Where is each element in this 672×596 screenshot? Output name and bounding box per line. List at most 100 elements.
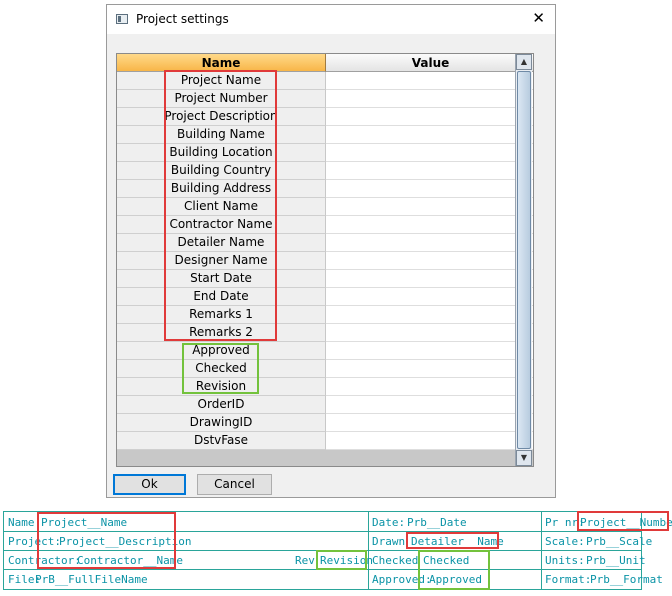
table-row[interactable]: Building Country (117, 162, 533, 180)
column-header-value[interactable]: Value (326, 54, 533, 72)
property-name-cell: Building Country (117, 162, 326, 180)
table-row[interactable]: End Date (117, 288, 533, 306)
property-name-cell: Detailer Name (117, 234, 326, 252)
property-value-cell[interactable] (326, 198, 533, 216)
table-row[interactable]: Revision (117, 378, 533, 396)
name-label: Name (8, 516, 35, 529)
property-value-cell[interactable] (326, 180, 533, 198)
property-name-cell: Building Name (117, 126, 326, 144)
close-icon[interactable]: ✕ (532, 11, 545, 26)
property-value-cell[interactable] (326, 126, 533, 144)
grid-empty-area (117, 450, 533, 466)
property-value-cell[interactable] (326, 324, 533, 342)
property-value-cell[interactable] (326, 162, 533, 180)
property-name-cell: Building Location (117, 144, 326, 162)
table-row[interactable]: Building Address (117, 180, 533, 198)
settings-grid: Name Value Project Name Project Number Pro… (116, 53, 534, 467)
table-row[interactable]: Building Name (117, 126, 533, 144)
table-row[interactable]: Remarks 1 (117, 306, 533, 324)
property-name-cell: Designer Name (117, 252, 326, 270)
contractor-value: Contractor__Name (77, 554, 183, 567)
table-row[interactable]: OrderID (117, 396, 533, 414)
approved-value: Approved (429, 573, 482, 586)
property-value-cell[interactable] (326, 414, 533, 432)
property-name-cell: Start Date (117, 270, 326, 288)
property-name-cell: End Date (117, 288, 326, 306)
table-row[interactable]: Project Name (117, 72, 533, 90)
property-value-cell[interactable] (326, 288, 533, 306)
project-number-value: Project__Number (580, 516, 672, 529)
approved-label: Approved: (372, 573, 432, 586)
property-value-cell[interactable] (326, 108, 533, 126)
column-header-name[interactable]: Name (117, 54, 326, 72)
property-value-cell[interactable] (326, 432, 533, 450)
column-divider (541, 512, 542, 589)
scrollbar-thumb[interactable] (517, 71, 531, 449)
property-name-cell: Project Description (117, 108, 326, 126)
property-value-cell[interactable] (326, 360, 533, 378)
property-name-cell: Building Address (117, 180, 326, 198)
row-divider (4, 569, 641, 570)
table-row[interactable]: Project Description (117, 108, 533, 126)
column-divider (368, 512, 369, 589)
grid-header: Name Value (117, 54, 533, 72)
property-value-cell[interactable] (326, 216, 533, 234)
table-row[interactable]: DrawingID (117, 414, 533, 432)
property-value-cell[interactable] (326, 270, 533, 288)
property-name-cell: Remarks 1 (117, 306, 326, 324)
project-label: Project: (8, 535, 61, 548)
property-value-cell[interactable] (326, 72, 533, 90)
property-name-cell: Contractor Name (117, 216, 326, 234)
checked-label: Checked (372, 554, 419, 567)
format-value: Prb__Format (590, 573, 663, 586)
table-row[interactable]: Contractor Name (117, 216, 533, 234)
table-row[interactable]: Detailer Name (117, 234, 533, 252)
property-value-cell[interactable] (326, 252, 533, 270)
table-row[interactable]: Designer Name (117, 252, 533, 270)
date-label: Date: (372, 516, 406, 529)
property-value-cell[interactable] (326, 342, 533, 360)
scale-value: Prb__Scale (586, 535, 653, 548)
table-row[interactable]: Building Location (117, 144, 533, 162)
drawn-label: Drawn (372, 535, 406, 548)
revision-label: Rev (295, 554, 315, 567)
property-value-cell[interactable] (326, 378, 533, 396)
table-row[interactable]: DstvFase (117, 432, 533, 450)
table-row[interactable]: Start Date (117, 270, 533, 288)
units-label: Units: (545, 554, 585, 567)
property-name-cell: DstvFase (117, 432, 326, 450)
table-row[interactable]: Checked (117, 360, 533, 378)
table-row[interactable]: Project Number (117, 90, 533, 108)
name-value: Project__Name (41, 516, 128, 529)
dialog-title: Project settings (136, 12, 229, 26)
project-number-label: Pr nr: (545, 516, 585, 529)
property-value-cell[interactable] (326, 90, 533, 108)
property-name-cell: Client Name (117, 198, 326, 216)
table-row[interactable]: Approved (117, 342, 533, 360)
ok-button[interactable]: Ok (113, 474, 186, 495)
window-icon (116, 14, 128, 24)
vertical-scrollbar[interactable]: ▲ ▼ (515, 54, 532, 466)
property-value-cell[interactable] (326, 144, 533, 162)
checked-value: Checked (423, 554, 470, 567)
cancel-button[interactable]: Cancel (197, 474, 272, 495)
scroll-up-arrow-icon[interactable]: ▲ (516, 54, 532, 70)
property-value-cell[interactable] (326, 396, 533, 414)
table-row[interactable]: Client Name (117, 198, 533, 216)
row-divider (4, 531, 641, 532)
property-value-cell[interactable] (326, 306, 533, 324)
table-row[interactable]: Remarks 2 (117, 324, 533, 342)
property-name-cell: Checked (117, 360, 326, 378)
scroll-down-arrow-icon[interactable]: ▼ (516, 450, 532, 466)
scale-label: Scale: (545, 535, 585, 548)
revision-value: Revision (320, 554, 373, 567)
property-name-cell: Remarks 2 (117, 324, 326, 342)
project-settings-dialog: Project settings ✕ Name Value Project Na… (106, 4, 556, 498)
title-block-panel: Name Project__Name Date: Prb__Date Pr nr… (3, 511, 672, 590)
project-description-value: Project__Description (59, 535, 192, 548)
format-label: Format: (545, 573, 592, 586)
row-divider (4, 550, 641, 551)
property-value-cell[interactable] (326, 234, 533, 252)
date-value: Prb__Date (407, 516, 467, 529)
file-value: PrB__FullFileName (35, 573, 148, 586)
